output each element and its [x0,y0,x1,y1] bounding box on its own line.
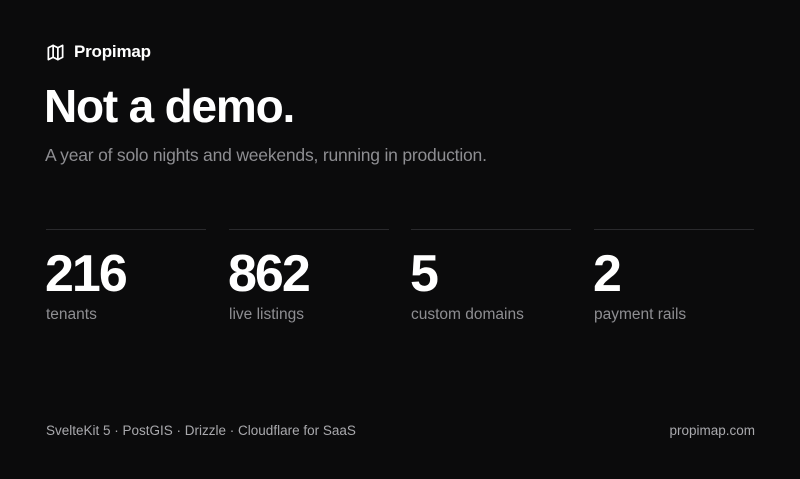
stats-row: 216 tenants 862 live listings 5 custom d… [45,229,756,340]
brand-logo[interactable]: Propimap [46,40,151,64]
stat-payment-rails: 2 payment rails [593,229,754,340]
stat-label: payment rails [594,306,687,323]
stat-value: 5 [410,245,439,303]
page-subtitle: A year of solo nights and weekends, runn… [45,145,487,165]
tech-stack-text: SvelteKit 5 · PostGIS · Drizzle · Cloudf… [46,423,356,438]
stat-value: 2 [593,245,622,303]
domain-link[interactable]: propimap.com [669,422,755,440]
brand-name: Propimap [74,42,151,61]
stat-label: live listings [229,306,304,323]
page-title: Not a demo. [44,80,295,132]
stat-label: tenants [46,306,97,323]
stat-value: 862 [228,245,311,303]
stat-label: custom domains [411,306,524,323]
map-icon [47,44,64,60]
stat-tenants: 216 tenants [45,229,206,340]
stat-value: 216 [45,245,128,303]
stat-custom-domains: 5 custom domains [410,229,571,340]
page-canvas: Propimap Not a demo. A year of solo nigh… [0,0,800,479]
stat-live-listings: 862 live listings [228,229,389,340]
